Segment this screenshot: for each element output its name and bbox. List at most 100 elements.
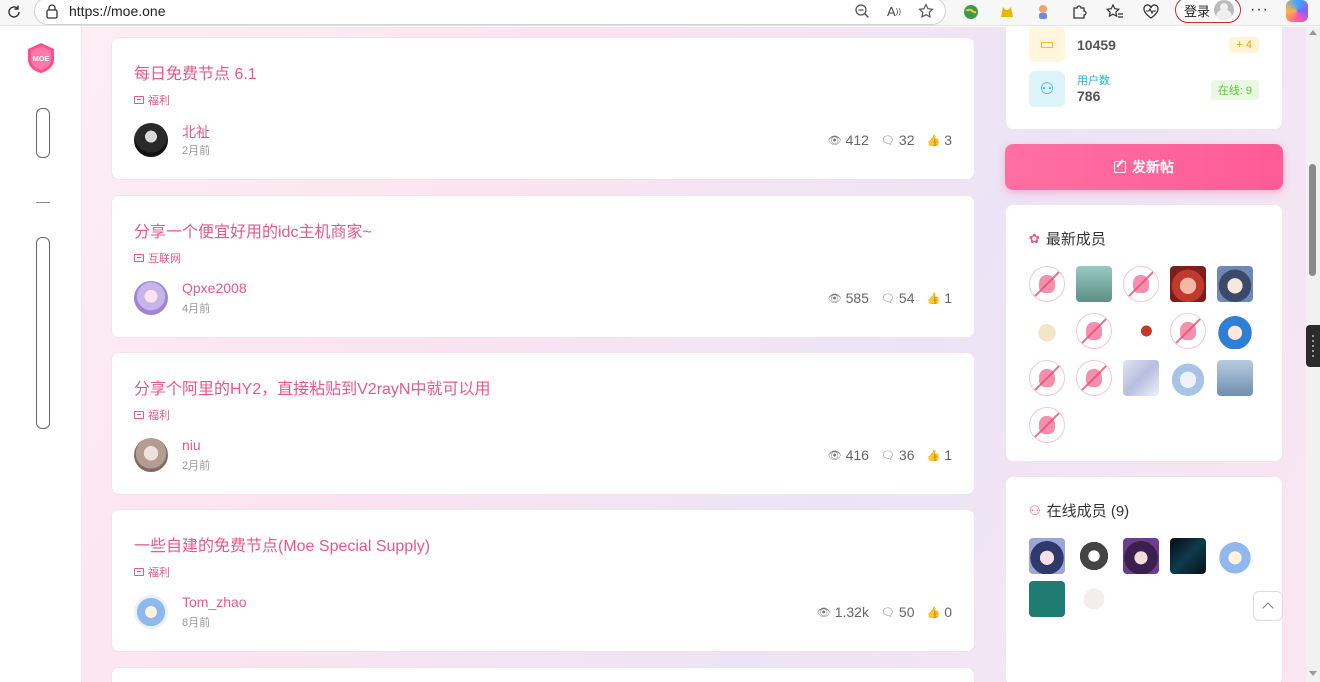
post-stats: 👁 585 🗨 54 👍 1 bbox=[828, 290, 952, 306]
member-avatar[interactable] bbox=[1170, 360, 1206, 396]
member-avatar[interactable] bbox=[1123, 538, 1159, 574]
new-post-label: 发新帖 bbox=[1132, 159, 1174, 175]
member-avatar[interactable] bbox=[1029, 407, 1065, 443]
nav-pill-top[interactable] bbox=[36, 108, 50, 158]
post-category[interactable]: 福利 bbox=[134, 564, 170, 580]
zoom-out-icon[interactable] bbox=[851, 1, 873, 21]
lock-icon[interactable] bbox=[45, 3, 59, 19]
back-to-top-button[interactable] bbox=[1253, 591, 1283, 621]
replies-value: 10459 bbox=[1077, 37, 1116, 53]
thumbs-up-icon[interactable]: 👍 bbox=[927, 134, 941, 147]
member-avatar[interactable] bbox=[1076, 538, 1112, 574]
scroll-up-arrow[interactable] bbox=[1309, 30, 1317, 35]
profile-avatar-icon bbox=[1214, 0, 1235, 20]
member-avatar[interactable] bbox=[1076, 581, 1112, 617]
like-count: 1 bbox=[944, 447, 952, 463]
new-post-button[interactable]: 发新帖 bbox=[1005, 144, 1283, 190]
character-extension-icon[interactable] bbox=[1030, 1, 1056, 23]
post-title[interactable]: 分享一个便宜好用的idc主机商家~ bbox=[134, 218, 372, 242]
eye-icon: 👁 bbox=[816, 606, 831, 619]
comment-count: 50 bbox=[898, 604, 915, 620]
post-category[interactable]: 福利 bbox=[134, 407, 170, 423]
extensions-puzzle-icon[interactable] bbox=[1066, 1, 1092, 23]
member-avatar[interactable] bbox=[1076, 313, 1112, 349]
post-category[interactable]: 互联网 bbox=[134, 250, 181, 266]
more-menu-icon[interactable]: ··· bbox=[1250, 1, 1269, 19]
post-title[interactable]: 每日免费节点 6.1 bbox=[134, 60, 257, 84]
member-avatar[interactable] bbox=[1217, 313, 1253, 349]
address-bar[interactable]: https://moe.one A)) bbox=[34, 0, 946, 25]
member-avatar[interactable] bbox=[1029, 266, 1065, 302]
like-count: 0 bbox=[944, 604, 952, 620]
post-card[interactable]: 分享一个便宜好用的idc主机商家~ 互联网 Qpxe2008 4月前 👁 585 … bbox=[111, 195, 975, 338]
member-avatar[interactable] bbox=[1076, 266, 1112, 302]
latest-members-card: ✿ 最新成员 bbox=[1005, 204, 1283, 462]
left-sidebar: MOE bbox=[0, 27, 82, 682]
online-members-title: ⚇ 在线成员 (9) bbox=[1029, 502, 1130, 521]
globe-extension-icon[interactable] bbox=[958, 1, 984, 23]
post-title[interactable]: 分享个阿里的HY2，直接粘贴到V2rayN中就可以用 bbox=[134, 375, 490, 399]
category-icon bbox=[134, 411, 144, 419]
favorites-icon[interactable] bbox=[1102, 1, 1128, 23]
comment-icon: 🗨 bbox=[880, 606, 895, 619]
member-avatar[interactable] bbox=[1170, 313, 1206, 349]
nav-divider bbox=[36, 202, 50, 203]
site-logo[interactable]: MOE bbox=[26, 42, 56, 74]
scroll-down-arrow[interactable] bbox=[1309, 671, 1317, 676]
post-category[interactable]: 福利 bbox=[134, 92, 170, 108]
side-panel-handle[interactable] bbox=[1306, 325, 1320, 367]
member-avatar[interactable] bbox=[1029, 360, 1065, 396]
view-count: 412 bbox=[845, 132, 869, 148]
author-name[interactable]: Qpxe2008 bbox=[182, 280, 247, 296]
url-text[interactable]: https://moe.one bbox=[69, 3, 166, 19]
site-stats-card: ▭ 10459 + 4 ⚇ 用户数 786 在线: 9 bbox=[1005, 27, 1283, 130]
login-label: 登录 bbox=[1184, 3, 1211, 19]
scroll-thumb[interactable] bbox=[1309, 164, 1316, 276]
post-stats: 👁 1.32k 🗨 50 👍 0 bbox=[817, 604, 952, 620]
users-online-icon: ⚇ bbox=[1029, 502, 1041, 518]
member-avatar[interactable] bbox=[1076, 360, 1112, 396]
latest-members-title: ✿ 最新成员 bbox=[1029, 230, 1106, 249]
member-avatar[interactable] bbox=[1123, 360, 1159, 396]
post-card-partial[interactable] bbox=[111, 667, 975, 682]
member-avatar[interactable] bbox=[1170, 538, 1206, 574]
online-badge: 在线: 9 bbox=[1210, 80, 1259, 100]
post-title[interactable]: 一些自建的免费节点(Moe Special Supply) bbox=[134, 532, 430, 556]
edit-icon bbox=[1114, 161, 1126, 173]
like-count: 3 bbox=[944, 132, 952, 148]
read-aloud-icon[interactable]: A)) bbox=[883, 1, 905, 21]
member-avatar[interactable] bbox=[1029, 538, 1065, 574]
view-count: 1.32k bbox=[834, 604, 869, 620]
author-name[interactable]: 北祉 bbox=[182, 122, 210, 142]
browser-login-button[interactable]: 登录 bbox=[1175, 0, 1241, 23]
users-label: 用户数 bbox=[1077, 75, 1110, 87]
author-avatar[interactable] bbox=[134, 438, 168, 472]
author-avatar[interactable] bbox=[134, 595, 168, 629]
post-card[interactable]: 每日免费节点 6.1 福利 北祉 2月前 👁 412 🗨 32 👍 3 bbox=[111, 37, 975, 180]
member-avatar[interactable] bbox=[1029, 581, 1065, 617]
author-avatar[interactable] bbox=[134, 123, 168, 157]
member-avatar[interactable] bbox=[1029, 313, 1065, 349]
author-name[interactable]: Tom_zhao bbox=[182, 594, 247, 610]
reload-icon[interactable] bbox=[4, 2, 24, 22]
category-icon bbox=[134, 96, 144, 104]
member-avatar[interactable] bbox=[1217, 538, 1253, 574]
favorite-star-icon[interactable] bbox=[915, 1, 937, 21]
member-avatar[interactable] bbox=[1170, 266, 1206, 302]
browser-essentials-icon[interactable] bbox=[1138, 1, 1164, 23]
member-avatar[interactable] bbox=[1123, 266, 1159, 302]
thumbs-up-icon[interactable]: 👍 bbox=[927, 292, 941, 305]
member-avatar[interactable] bbox=[1217, 360, 1253, 396]
member-avatar[interactable] bbox=[1217, 266, 1253, 302]
thumbs-up-icon[interactable]: 👍 bbox=[927, 606, 941, 619]
post-card[interactable]: 分享个阿里的HY2，直接粘贴到V2rayN中就可以用 福利 niu 2月前 👁 4… bbox=[111, 352, 975, 495]
copilot-icon[interactable] bbox=[1286, 0, 1308, 22]
member-avatar[interactable] bbox=[1123, 313, 1159, 349]
thumbs-up-icon[interactable]: 👍 bbox=[927, 449, 941, 462]
author-avatar[interactable] bbox=[134, 281, 168, 315]
post-card[interactable]: 一些自建的免费节点(Moe Special Supply) 福利 Tom_zha… bbox=[111, 509, 975, 652]
cat-extension-icon[interactable] bbox=[994, 1, 1020, 23]
comment-icon: 🗨 bbox=[880, 449, 895, 462]
nav-pill-bottom[interactable] bbox=[36, 237, 50, 429]
author-name[interactable]: niu bbox=[182, 437, 201, 453]
